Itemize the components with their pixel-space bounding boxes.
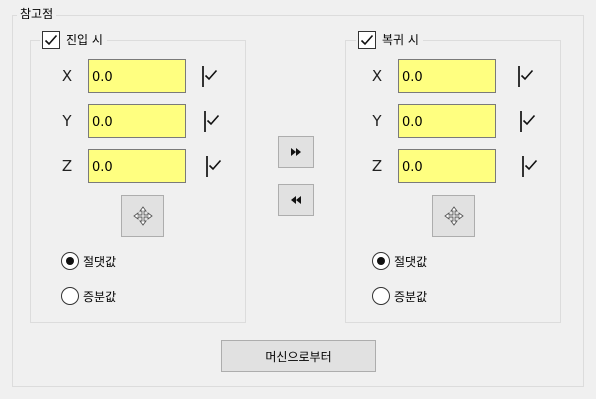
return-move-button[interactable] [432, 195, 475, 237]
entry-incremental-label: 증분값 [83, 289, 117, 304]
copy-to-entry-button[interactable] [278, 184, 314, 216]
check-icon [208, 159, 222, 171]
return-absolute-radio[interactable]: 절댓값 [372, 252, 427, 270]
entry-absolute-radio-dot[interactable] [61, 252, 79, 270]
return-absolute-radio-dot[interactable] [372, 252, 390, 270]
entry-label: 진입 시 [66, 33, 103, 47]
check-icon [360, 34, 374, 46]
return-enable-checkbox[interactable]: 복귀 시 [356, 31, 423, 49]
return-checkbox-box[interactable] [358, 31, 376, 49]
check-icon [522, 114, 536, 126]
return-label: 복귀 시 [382, 33, 419, 47]
entry-axis-x-label: X [61, 67, 73, 85]
return-incremental-label: 증분값 [394, 289, 428, 304]
entry-absolute-radio[interactable]: 절댓값 [61, 252, 116, 270]
entry-incremental-radio-dot[interactable] [61, 287, 79, 305]
return-absolute-label: 절댓값 [394, 254, 428, 269]
return-z-field[interactable] [398, 149, 496, 183]
return-axis-x-label: X [371, 67, 383, 85]
entry-x-checkbox[interactable] [202, 66, 218, 87]
entry-checkbox-box[interactable] [42, 31, 60, 49]
check-icon [204, 69, 218, 81]
check-icon [524, 159, 538, 171]
return-y-checkbox[interactable] [520, 111, 536, 132]
rewind-icon [291, 196, 301, 204]
entry-z-checkbox[interactable] [206, 156, 222, 177]
check-icon [44, 34, 58, 46]
return-x-checkbox[interactable] [518, 66, 534, 87]
entry-move-button[interactable] [121, 195, 164, 237]
return-axis-z-label: Z [371, 157, 383, 175]
entry-y-field[interactable] [88, 104, 186, 138]
entry-x-field[interactable] [88, 59, 186, 93]
return-incremental-radio-dot[interactable] [372, 287, 390, 305]
entry-z-field[interactable] [88, 149, 186, 183]
entry-incremental-radio[interactable]: 증분값 [61, 287, 116, 305]
copy-to-return-button[interactable] [278, 136, 314, 168]
return-x-field[interactable] [398, 59, 496, 93]
return-axis-y-label: Y [372, 112, 382, 130]
entry-y-checkbox[interactable] [204, 111, 220, 132]
return-y-field[interactable] [398, 104, 496, 138]
return-incremental-radio[interactable]: 증분값 [372, 287, 427, 305]
entry-axis-z-label: Z [61, 157, 73, 175]
reference-point-title: 참고점 [17, 7, 57, 21]
fast-forward-icon [291, 148, 301, 156]
entry-axis-y-label: Y [62, 112, 72, 130]
return-z-checkbox[interactable] [522, 156, 538, 177]
move-cross-icon [132, 206, 153, 226]
check-icon [520, 69, 534, 81]
from-machine-button[interactable]: 머신으로부터 [221, 340, 376, 372]
entry-enable-checkbox[interactable]: 진입 시 [40, 31, 107, 49]
check-icon [206, 114, 220, 126]
entry-absolute-label: 절댓값 [83, 254, 117, 269]
move-cross-icon [443, 206, 464, 226]
